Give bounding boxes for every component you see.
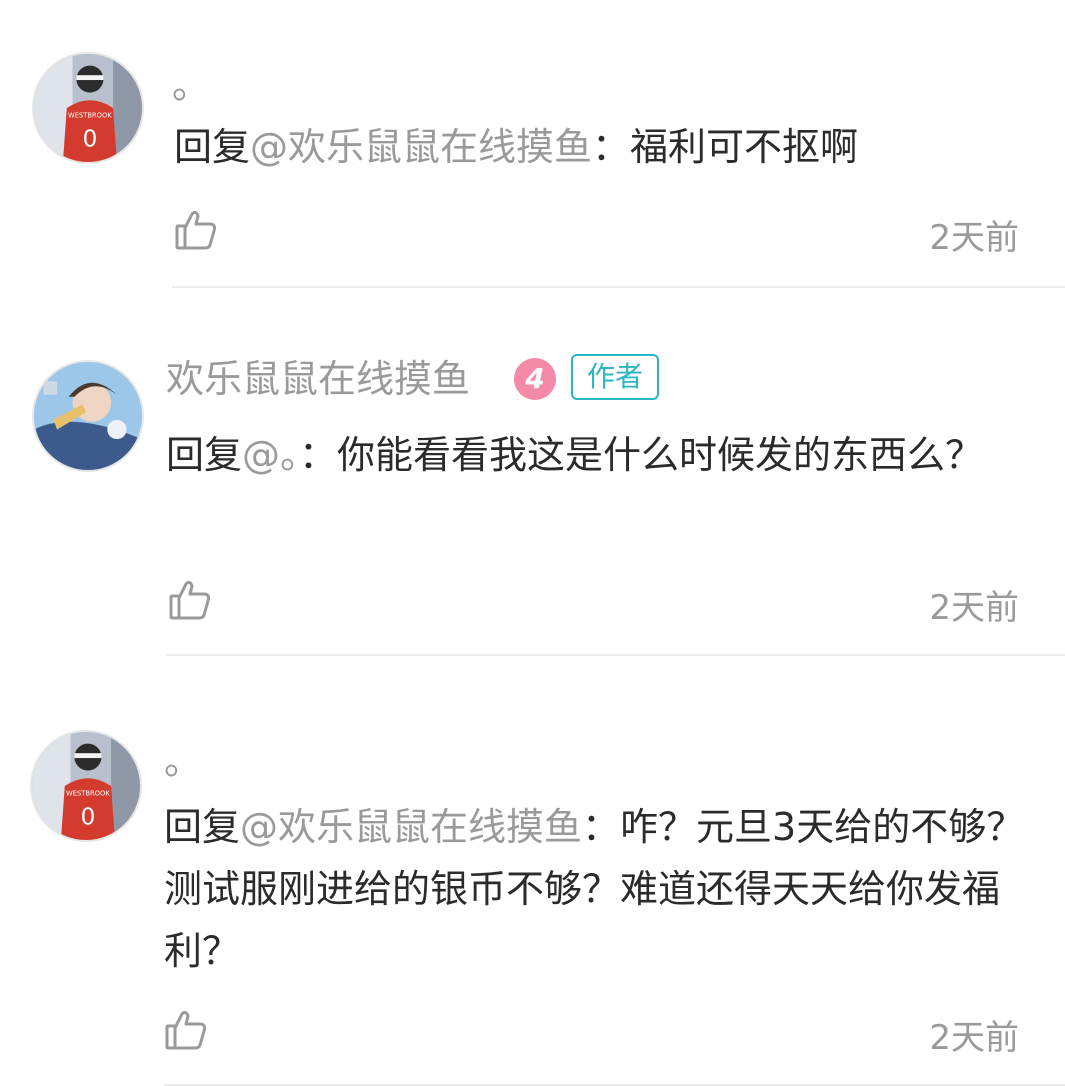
svg-text:0: 0 — [81, 805, 96, 831]
divider — [166, 654, 1065, 656]
thumbs-up-icon[interactable] — [164, 1008, 208, 1052]
svg-text:WESTBROOK: WESTBROOK — [68, 112, 112, 120]
comment-text: 回复@。：你能看看我这是什么时候发的东西么？ — [166, 424, 1026, 486]
svg-text:0: 0 — [83, 127, 98, 153]
comment-body: 你能看看我这是什么时候发的东西么？ — [337, 433, 984, 477]
timestamp: 2天前 — [929, 218, 1019, 258]
comment-body: 福利可不抠啊 — [630, 125, 859, 169]
anime-character-avatar-image — [34, 362, 142, 470]
avatar[interactable]: WESTBROOK 0 — [30, 730, 142, 842]
comment-text: 回复@欢乐鼠鼠在线摸鱼：福利可不抠啊 — [174, 116, 1034, 178]
comment-item: WESTBROOK 0 。 回复@欢乐鼠鼠在线摸鱼：福利可不抠啊 2天前 — [0, 0, 1065, 288]
reply-prefix: 回复 — [164, 805, 241, 849]
separator: ： — [582, 805, 621, 849]
svg-text:WESTBROOK: WESTBROOK — [66, 790, 110, 798]
comment-text: 回复@欢乐鼠鼠在线摸鱼：咋？元旦3天给的不够？测试服刚进给的银币不够？难道还得天… — [164, 796, 1034, 982]
separator: ： — [592, 125, 631, 169]
thumbs-up-icon[interactable] — [174, 208, 218, 252]
commenter-name[interactable]: 。 — [164, 738, 202, 784]
mention-link[interactable]: @欢乐鼠鼠在线摸鱼 — [250, 125, 592, 169]
commenter-name[interactable]: 。 — [172, 62, 210, 108]
reply-prefix: 回复 — [174, 125, 251, 169]
timestamp: 2天前 — [929, 588, 1019, 628]
level-badge: 4 — [514, 358, 556, 400]
mention-link[interactable]: @欢乐鼠鼠在线摸鱼 — [240, 805, 582, 849]
author-badge: 作者 — [571, 354, 660, 400]
avatar[interactable]: WESTBROOK 0 — [32, 52, 144, 164]
comment-item: WESTBROOK 0 。 回复@欢乐鼠鼠在线摸鱼：咋？元旦3天给的不够？测试服… — [0, 658, 1065, 1086]
basketball-player-avatar-image: WESTBROOK 0 — [34, 54, 142, 162]
commenter-name[interactable]: 欢乐鼠鼠在线摸鱼 — [166, 356, 470, 402]
thumbs-up-icon[interactable] — [168, 578, 212, 622]
comment-item: 欢乐鼠鼠在线摸鱼 4 作者 回复@。：你能看看我这是什么时候发的东西么？ 2天前 — [0, 288, 1065, 658]
separator: ： — [299, 433, 338, 477]
reply-prefix: 回复 — [166, 433, 243, 477]
basketball-player-avatar-image: WESTBROOK 0 — [32, 732, 140, 840]
timestamp: 2天前 — [929, 1018, 1019, 1058]
mention-link[interactable]: @。 — [242, 433, 299, 477]
avatar[interactable] — [32, 360, 144, 472]
